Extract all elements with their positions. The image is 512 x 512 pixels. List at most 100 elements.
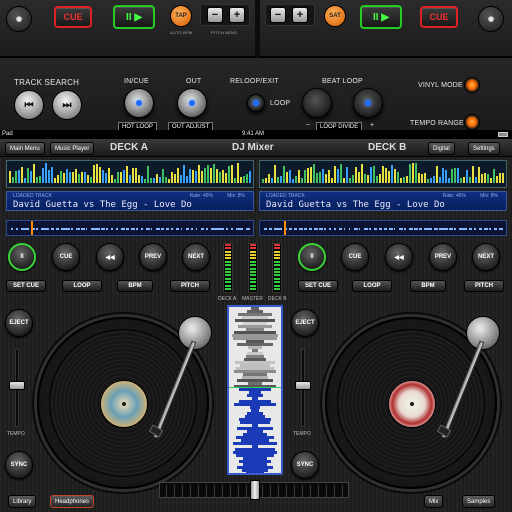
crossfader[interactable] [159, 480, 349, 500]
deck-a-loop-button[interactable]: LOOP [62, 280, 102, 292]
deck-a-set-cue-button[interactable]: SET CUE [6, 280, 46, 292]
deck-b-pitch-button[interactable]: PITCH [464, 280, 504, 292]
skip-forward-icon: ⏭ [62, 99, 72, 111]
digital-button[interactable]: Digital [428, 142, 455, 155]
deck-b-next-button[interactable]: NEXT [472, 243, 500, 271]
tempo-range-button[interactable] [464, 114, 480, 130]
mixer-waveform-display[interactable] [227, 305, 283, 475]
beat-loop-left-knob[interactable] [302, 88, 332, 118]
deck-b-set-cue-button[interactable]: SET CUE [298, 280, 338, 292]
right-deck-mode-button[interactable]: ◉ [478, 6, 504, 32]
vinyl-mode-button[interactable] [464, 77, 480, 93]
settings-button[interactable]: Settings [468, 142, 500, 155]
deck-b-bpm-button[interactable]: BPM [410, 280, 446, 292]
waveform-bar [262, 178, 264, 183]
hw-right-cue-button[interactable]: CUE [420, 6, 458, 28]
deck-a-overview-waveform[interactable] [6, 160, 254, 188]
deck-a-cue-button[interactable]: CUE [52, 243, 80, 271]
waveform-segment [364, 228, 368, 230]
deck-b-play-button[interactable]: II [298, 243, 326, 271]
waveform-bar [319, 171, 321, 183]
deck-a-next-button[interactable]: NEXT [182, 243, 210, 271]
track-search-prev-button[interactable]: ⏮ [14, 90, 44, 120]
skip-back-icon: ⏮ [24, 99, 34, 111]
music-player-button[interactable]: Music Player [50, 142, 95, 155]
in-cue-knob[interactable] [124, 88, 154, 118]
deck-b-record-label [388, 380, 436, 428]
deck-a-vinyl-record[interactable] [49, 329, 197, 477]
hw-right-play-button[interactable]: II ▶ [360, 5, 402, 29]
hw-tap-button[interactable]: TAP [170, 5, 192, 27]
waveform-segment [414, 228, 418, 230]
deck-b-rewind-button[interactable]: ◀◀ [385, 243, 413, 271]
deck-a-eject-button[interactable]: EJECT [5, 309, 33, 337]
deck-a-play-button[interactable]: II [8, 243, 36, 271]
samples-button[interactable]: Samples [462, 495, 496, 508]
waveform-bar [346, 166, 348, 183]
deck-b-cue-button[interactable]: CUE [341, 243, 369, 271]
waveform-bar [156, 174, 158, 183]
deck-a-pitch-button[interactable]: PITCH [170, 280, 210, 292]
waveform-segment [101, 228, 106, 230]
left-deck-mode-button[interactable]: ◉ [6, 6, 32, 32]
deck-b-eject-button[interactable]: EJECT [291, 309, 319, 337]
hw-sat-button[interactable]: SAT [324, 5, 346, 27]
vu-segment [274, 244, 280, 246]
hw-left-pitch-plus[interactable]: + [229, 7, 245, 23]
deck-b-vinyl-record[interactable] [337, 329, 485, 477]
waveform-bar [84, 171, 86, 183]
waveform-bar [138, 175, 140, 183]
deck-a-prev-button[interactable]: PREV [139, 243, 167, 271]
knob-led-icon [365, 100, 371, 106]
waveform-segment [324, 228, 326, 230]
deck-a-rewind-button[interactable]: ◀◀ [96, 243, 124, 271]
waveform-bar [174, 173, 176, 183]
deck-a-sync-button[interactable]: SYNC [5, 451, 33, 479]
mix-button[interactable]: Mix [424, 495, 444, 508]
waveform-bar [120, 171, 122, 183]
headphones-button[interactable]: Headphones [50, 495, 95, 508]
deck-b-sync-button[interactable]: SYNC [291, 451, 319, 479]
deck-b-detail-waveform[interactable] [259, 220, 507, 236]
track-search-next-button[interactable]: ⏭ [52, 90, 82, 120]
main-menu-button[interactable]: Main Menu [5, 142, 45, 155]
waveform-segment [269, 228, 272, 230]
hw-left-pitch-minus[interactable]: − [207, 7, 223, 23]
waveform-bar [496, 176, 498, 183]
beat-loop-right-knob[interactable] [353, 88, 383, 118]
deck-b-prev-button[interactable]: PREV [429, 243, 457, 271]
deck-a-bpm-button[interactable]: BPM [117, 280, 153, 292]
mixer-center-line [229, 387, 281, 388]
hw-right-pitch-minus[interactable]: − [270, 7, 286, 23]
waveform-segment [444, 228, 449, 230]
deck-a-detail-waveform[interactable] [6, 220, 254, 236]
waveform-segment [344, 228, 346, 230]
crossfader-handle[interactable] [250, 480, 260, 500]
deck-b-overview-waveform[interactable] [259, 160, 507, 188]
deck-a-tempo-fader[interactable] [9, 381, 25, 390]
waveform-bar [93, 165, 95, 183]
waveform-bar [406, 176, 408, 183]
loaded-track-label: LOADED TRACK [13, 193, 52, 199]
waveform-segment [489, 228, 491, 230]
hw-right-pitch-plus[interactable]: + [292, 7, 308, 23]
waveform-bar [370, 166, 372, 183]
library-button[interactable]: Library [8, 495, 37, 508]
reloop-exit-knob[interactable] [247, 94, 265, 112]
waveform-bar [286, 172, 288, 183]
hw-left-play-button[interactable]: II ▶ [113, 5, 155, 29]
waveform-segment [81, 228, 85, 230]
waveform-bar [81, 171, 83, 183]
vu-segment [274, 281, 280, 284]
waveform-bar [376, 175, 378, 183]
waveform-segment [479, 228, 483, 230]
out-knob[interactable] [177, 88, 207, 118]
deck-b-tempo-fader[interactable] [295, 381, 311, 390]
waveform-segment [454, 228, 457, 230]
crossfader-notch [166, 485, 167, 497]
deck-b-loop-button[interactable]: LOOP [352, 280, 392, 292]
waveform-segment [389, 228, 393, 230]
waveform-bar [364, 173, 366, 183]
hw-left-cue-button[interactable]: CUE [54, 6, 92, 28]
crossfader-notch [214, 485, 215, 497]
